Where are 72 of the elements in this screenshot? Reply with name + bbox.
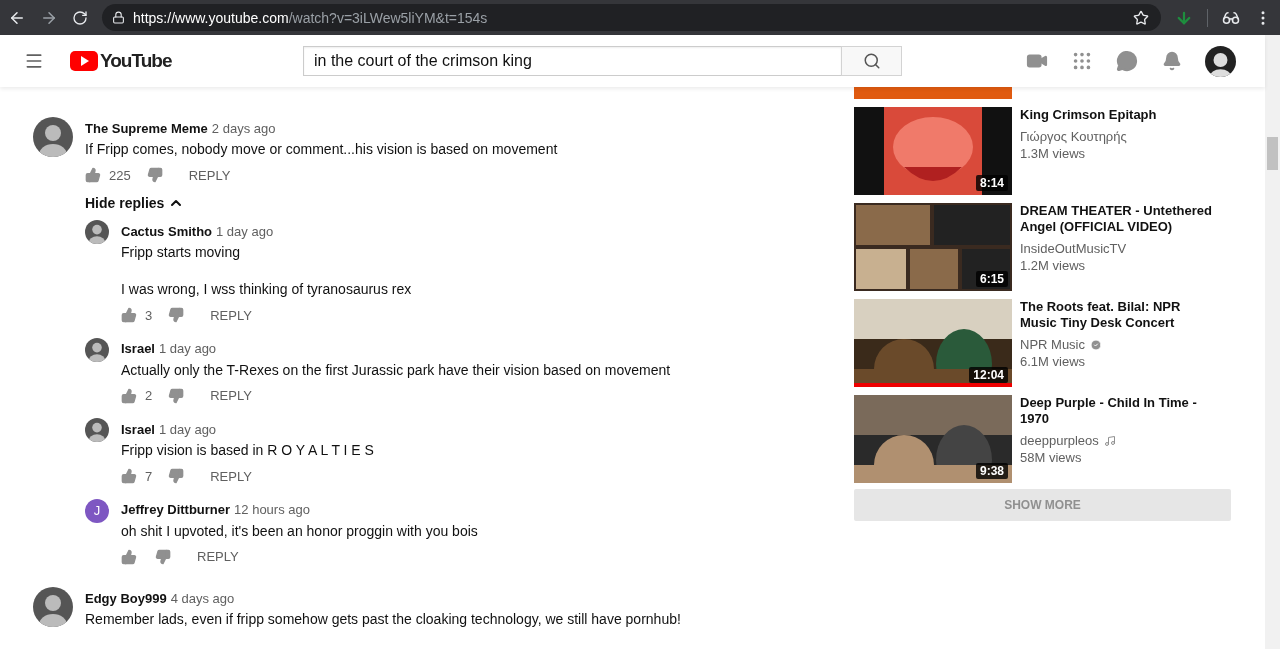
comment-text: Remember lads, even if fripp somehow gets past the cloaking technology, we still have pornhub! — [85, 610, 682, 629]
author-name[interactable]: The Supreme Meme — [85, 120, 208, 136]
channel-name[interactable]: deeppurpleos — [1020, 432, 1099, 449]
comment-text: I was wrong, I wss thinking of tyranosaurus rex — [121, 280, 413, 299]
comment-time[interactable]: 4 days ago — [170, 590, 235, 606]
author-name[interactable]: Israel — [121, 421, 155, 437]
thumbs-down-icon[interactable] — [168, 468, 185, 484]
video-duration: 6:15 — [975, 271, 1008, 287]
video-duration: 12:04 — [969, 367, 1008, 383]
avatar — [85, 220, 109, 244]
thumbs-down-icon[interactable] — [168, 307, 185, 323]
thumbs-down-icon[interactable] — [146, 167, 163, 183]
thumbs-up-icon[interactable] — [121, 548, 137, 565]
thumbs-up-icon[interactable] — [85, 167, 101, 183]
bookmark-star-icon[interactable] — [1133, 9, 1149, 26]
view-count: 1.3M views — [1020, 145, 1087, 162]
thumbs-up-icon[interactable] — [121, 307, 137, 323]
like-count: 3 — [145, 307, 153, 323]
comment-time[interactable]: 1 day ago — [159, 421, 217, 437]
lock-icon — [112, 11, 125, 24]
video-title[interactable]: Deep Purple - Child In Time - 1970 — [1020, 395, 1216, 427]
view-count: 6.1M views — [1020, 353, 1087, 370]
hide-replies-button[interactable]: Hide replies — [85, 193, 185, 213]
comment-text: Fripp starts moving — [121, 243, 242, 262]
view-count: 1.2M views — [1020, 257, 1087, 274]
avatar — [33, 117, 73, 157]
avatar — [85, 418, 109, 442]
comment-time[interactable]: 1 day ago — [216, 223, 274, 239]
channel-name[interactable]: Γιώργος Κουτηρής — [1020, 128, 1127, 145]
like-count: 225 — [109, 167, 131, 183]
video-duration: 8:14 — [975, 175, 1008, 191]
youtube-logo[interactable]: YouTube — [70, 50, 303, 72]
comment-time[interactable]: 12 hours ago — [234, 502, 310, 517]
thumbs-up-icon[interactable] — [121, 387, 137, 404]
thumbs-down-icon[interactable] — [168, 387, 185, 404]
view-count: 58M views — [1020, 449, 1083, 466]
scrollbar[interactable] — [1265, 35, 1280, 649]
video-title[interactable]: The Roots feat. Bilal: NPR Music Tiny Desk Concert — [1020, 299, 1216, 331]
video-duration: 9:38 — [975, 463, 1008, 479]
comment-time[interactable]: 1 day ago — [159, 341, 217, 356]
comment-text: oh shit I upvoted, it's been an honor proggin with you bois — [121, 521, 479, 541]
menu-icon[interactable] — [24, 51, 44, 71]
comment-time[interactable]: 2 days ago — [211, 120, 276, 136]
comment-text: Actually only the T-Rexes on the first Jurassic park have their vision based on movement — [121, 360, 672, 380]
reply-button[interactable]: REPLY — [202, 384, 260, 407]
search-icon — [862, 52, 881, 70]
account-avatar[interactable] — [1205, 45, 1236, 77]
author-name[interactable]: Cactus Smitho — [121, 223, 212, 239]
thumbs-down-icon[interactable] — [155, 548, 171, 565]
author-name[interactable]: Edgy Boy999 — [85, 590, 167, 606]
reply-button[interactable]: REPLY — [189, 545, 247, 568]
author-name[interactable]: Jeffrey Dittburner — [121, 502, 231, 517]
video-title[interactable]: DREAM THEATER - Untethered Angel (OFFICIAL VIDEO) — [1020, 203, 1216, 235]
message-icon[interactable] — [1115, 49, 1139, 73]
avatar — [85, 337, 109, 362]
reply-button[interactable]: REPLY — [180, 163, 239, 187]
comment-text: Fripp vision is based in R O Y A L T I E S — [121, 441, 375, 460]
like-count: 7 — [145, 468, 153, 484]
avatar: J — [85, 498, 109, 523]
search-button[interactable] — [841, 46, 902, 76]
reload-icon[interactable] — [72, 9, 88, 26]
avatar — [33, 587, 73, 627]
reply-button[interactable]: REPLY — [202, 303, 260, 327]
channel-name[interactable]: InsideOutMusicTV — [1020, 240, 1127, 257]
thumbs-up-icon[interactable] — [121, 468, 137, 484]
author-name[interactable]: Israel — [121, 341, 155, 356]
comment-text: If Fripp comes, nobody move or comment...his vision is based on movement — [85, 140, 559, 159]
like-count: 2 — [145, 388, 153, 403]
channel-name[interactable]: NPR Music — [1020, 336, 1085, 353]
search-field[interactable]: in the court of the crimson king — [303, 46, 841, 76]
reply-button[interactable]: REPLY — [202, 464, 260, 488]
video-title[interactable]: King Crimson Epitaph — [1020, 107, 1216, 123]
